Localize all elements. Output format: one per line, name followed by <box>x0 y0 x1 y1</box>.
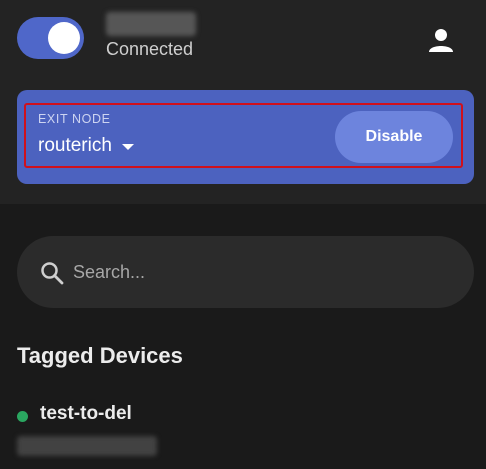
device-row[interactable]: test-to-del <box>17 396 457 466</box>
online-status-dot <box>17 411 28 422</box>
top-panel: Connected EXIT NODE routerich Disable <box>0 0 486 204</box>
connection-status: Connected <box>106 39 194 59</box>
exit-node-label: EXIT NODE <box>38 112 111 126</box>
toggle-knob <box>48 22 80 54</box>
device-name: test-to-del <box>40 403 132 424</box>
person-icon[interactable] <box>424 24 458 58</box>
search-input[interactable] <box>73 256 453 288</box>
exit-node-value: routerich <box>38 135 112 156</box>
disable-exit-node-button[interactable]: Disable <box>335 111 453 163</box>
exit-node-selector[interactable]: routerich <box>38 135 134 157</box>
section-title: Tagged Devices <box>17 343 183 368</box>
tailnet-name-redacted <box>106 12 196 36</box>
chevron-down-icon <box>121 144 134 150</box>
exit-node-card: EXIT NODE routerich Disable <box>17 90 474 184</box>
vpn-toggle[interactable] <box>17 17 84 59</box>
search-icon <box>41 262 64 285</box>
search-bar[interactable] <box>17 236 474 308</box>
device-ip-redacted <box>17 436 157 456</box>
